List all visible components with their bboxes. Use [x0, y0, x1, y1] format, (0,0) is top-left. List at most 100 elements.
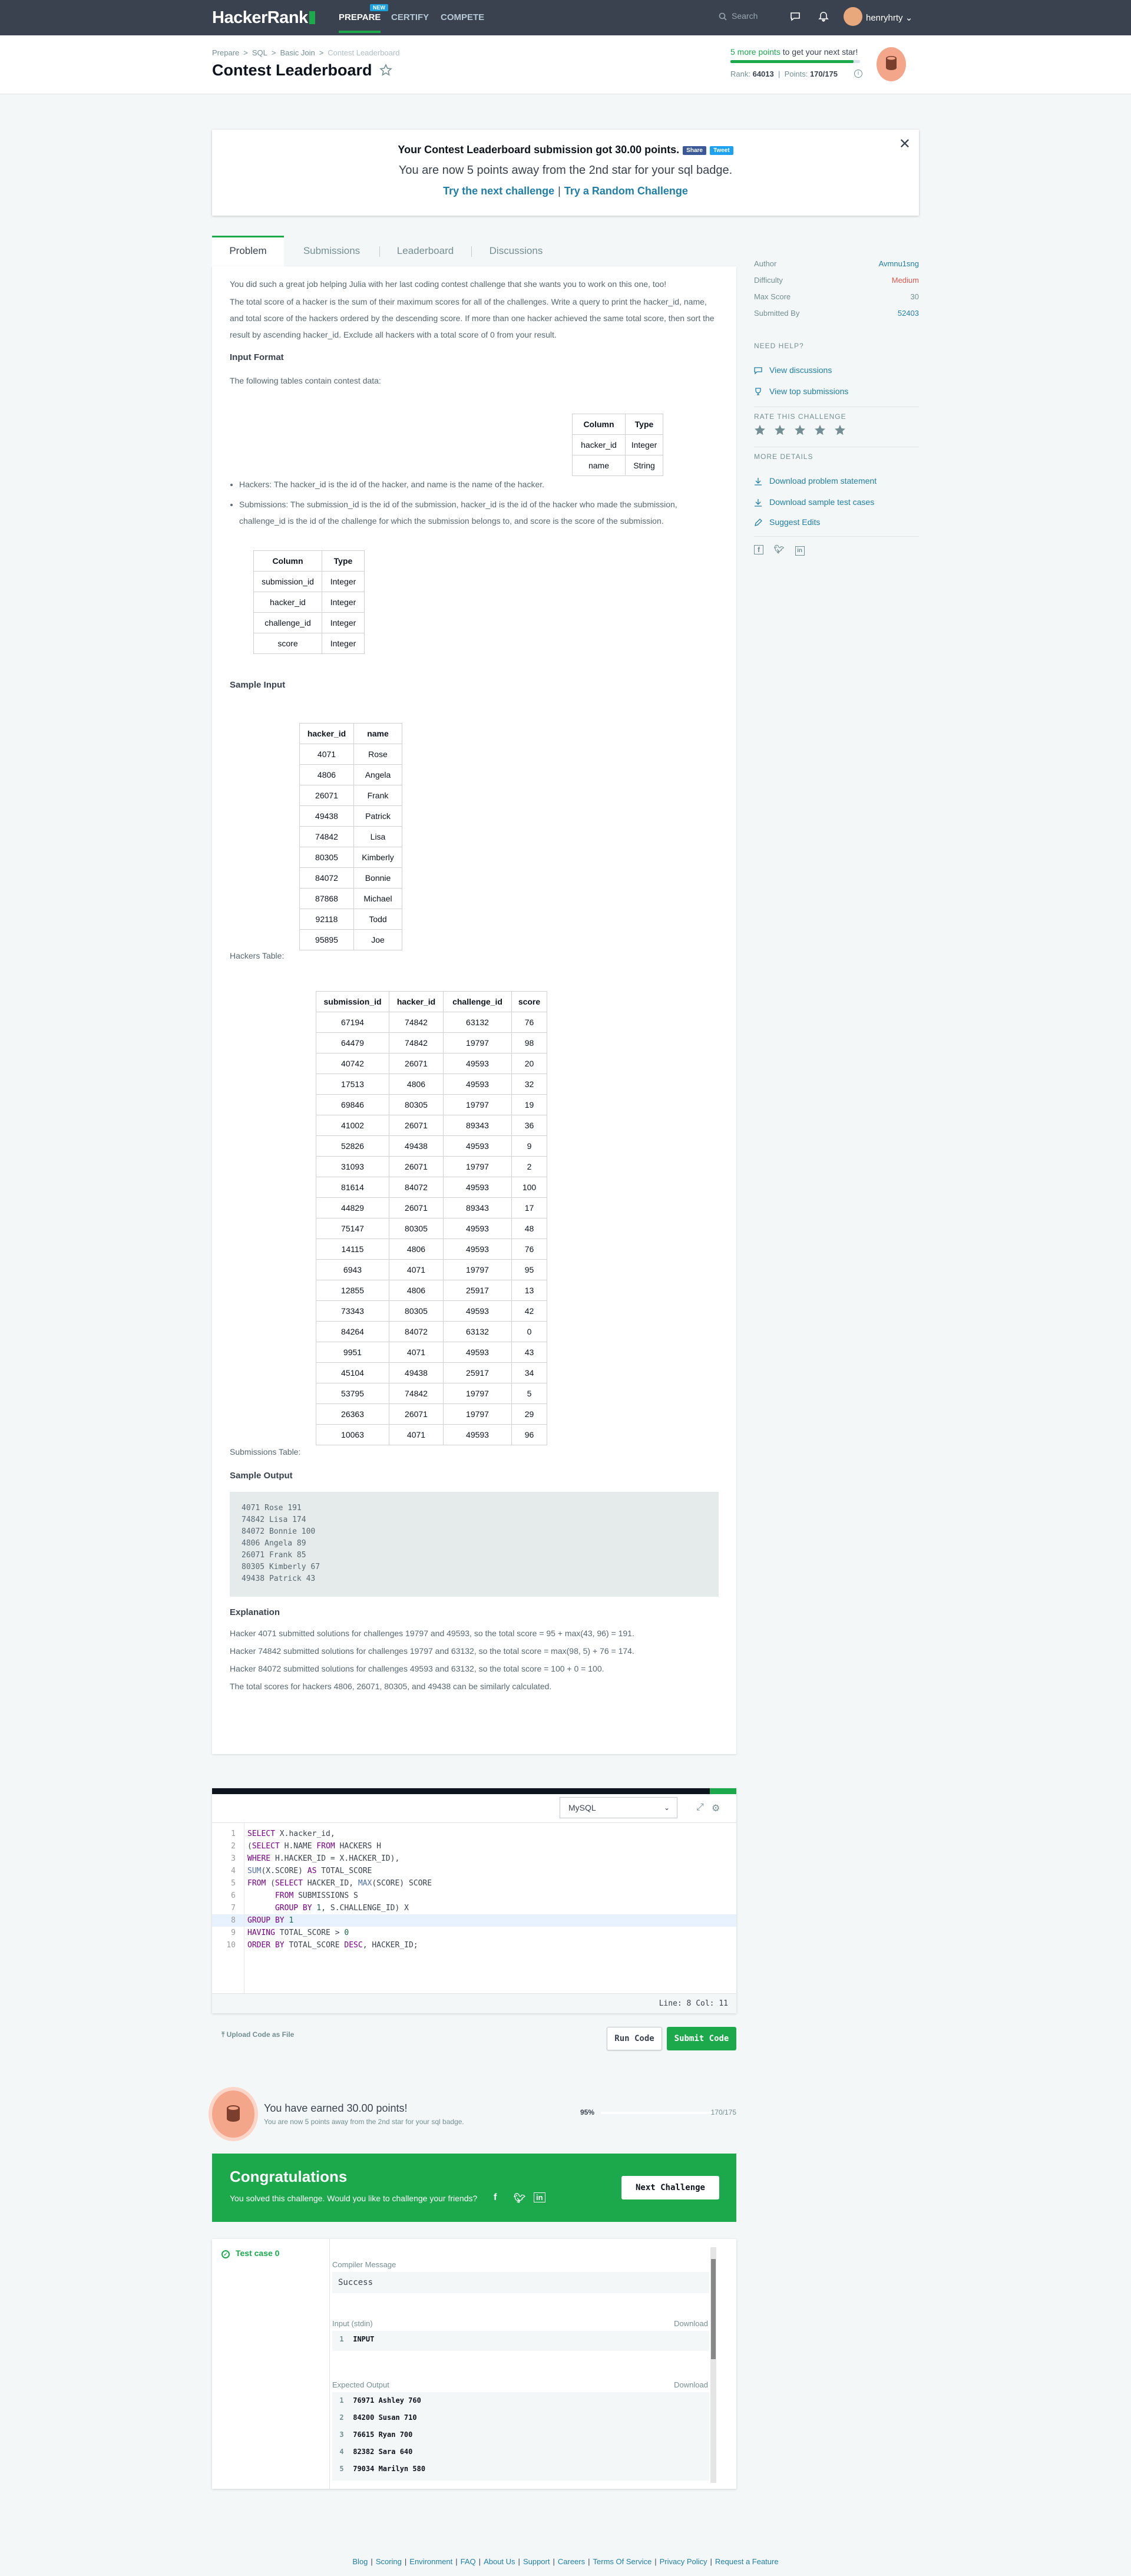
table-cell: 4806: [299, 764, 354, 785]
username-dropdown[interactable]: henryhrty ⌄: [866, 12, 912, 23]
hackerrank-logo[interactable]: HackerRank: [212, 8, 315, 28]
download-icon: [755, 499, 762, 507]
search-input[interactable]: Search: [719, 11, 778, 24]
problem-intro: You did such a great job helping Julia w…: [230, 279, 667, 289]
table-row: 12855 4806 25917 13: [316, 1280, 547, 1301]
submit-code-button[interactable]: Submit Code: [667, 2027, 736, 2050]
table-cell: Kimberly: [353, 847, 402, 868]
submitted-by-link[interactable]: 52403: [898, 309, 919, 318]
view-discussions-link[interactable]: View discussions: [754, 365, 832, 375]
input-format-intro: The following tables contain contest dat…: [230, 376, 381, 385]
fullscreen-icon[interactable]: ⤢: [696, 1802, 704, 1813]
footer-link[interactable]: Support: [523, 2557, 550, 2566]
code-area[interactable]: 1 SELECT X.hacker_id, 2 (SELECT H.NAME FRO…: [212, 1822, 736, 1994]
footer-link[interactable]: Blog: [352, 2557, 368, 2566]
download-icon: [755, 478, 762, 486]
star-icon[interactable]: [834, 424, 846, 436]
trophy-icon: [755, 388, 761, 395]
suggest-edits-link[interactable]: Suggest Edits: [754, 517, 820, 527]
sql-badge-icon[interactable]: [877, 47, 906, 81]
tweet-button[interactable]: Tweet: [709, 146, 733, 155]
problem-statement: You did such a great job helping Julia w…: [212, 266, 736, 1754]
results-scrollbar[interactable]: [710, 2247, 716, 2483]
linkedin-icon[interactable]: in: [795, 546, 805, 556]
breadcrumb-current: Contest Leaderboard: [328, 48, 400, 57]
footer-link[interactable]: About Us: [484, 2557, 515, 2566]
table-cell: 96: [511, 1424, 547, 1445]
tab-submissions[interactable]: Submissions: [284, 236, 379, 266]
star-icon[interactable]: [794, 424, 806, 436]
table-cell: 80305: [389, 1218, 444, 1239]
breadcrumb-prepare[interactable]: Prepare: [212, 48, 239, 57]
tab-problem[interactable]: Problem: [212, 236, 284, 266]
footer-link[interactable]: Privacy Policy: [660, 2557, 707, 2566]
try-next-challenge-link[interactable]: Try the next challenge: [443, 185, 554, 197]
footer-link[interactable]: Careers: [558, 2557, 585, 2566]
table-cell: 10063: [316, 1424, 389, 1445]
footer-link[interactable]: Scoring: [376, 2557, 402, 2566]
author-link[interactable]: Avmnu1sng: [879, 259, 919, 268]
view-top-submissions-link[interactable]: View top submissions: [754, 387, 848, 396]
facebook-share-button[interactable]: Share: [683, 146, 706, 155]
star-icon[interactable]: [774, 424, 786, 436]
user-avatar[interactable]: [844, 7, 862, 26]
table-cell: 49593: [443, 1053, 512, 1074]
table-cell: 26071: [389, 1053, 444, 1074]
facebook-icon[interactable]: f: [754, 545, 763, 554]
hackers-table-caption: Hackers Table:: [230, 951, 285, 960]
table-cell: 48: [511, 1218, 547, 1239]
table-cell: 44829: [316, 1197, 389, 1218]
footer-link[interactable]: FAQ: [461, 2557, 476, 2566]
language-select[interactable]: MySQL ⌄: [560, 1797, 677, 1818]
download-input-link[interactable]: Download: [674, 2319, 708, 2328]
expected-output-label: Expected Output: [332, 2380, 389, 2389]
star-icon[interactable]: [814, 424, 826, 436]
tab-leaderboard[interactable]: Leaderboard: [379, 236, 471, 266]
footer-link[interactable]: Terms Of Service: [593, 2557, 652, 2566]
explanation-heading: Explanation: [230, 1607, 280, 1617]
input-format-heading: Input Format: [230, 352, 284, 362]
notifications-bell-icon[interactable]: [818, 11, 829, 22]
upload-code-button[interactable]: ⤒ Upload Code as File: [221, 2030, 294, 2039]
table-cell: 19797: [443, 1259, 512, 1280]
breadcrumb-basic-join[interactable]: Basic Join: [280, 48, 315, 57]
settings-gear-icon[interactable]: ⚙︎: [712, 1802, 720, 1814]
explanation-line: Hacker 4071 submitted solutions for chal…: [230, 1629, 634, 1638]
download-statement-link[interactable]: Download problem statement: [754, 476, 877, 486]
points-earned-panel: You have earned 30.00 points! You are no…: [212, 2090, 736, 2138]
editor-status-bar: Line: 8 Col: 11: [212, 1993, 736, 2013]
messages-icon[interactable]: [789, 11, 801, 22]
next-challenge-button[interactable]: Next Challenge: [621, 2176, 719, 2199]
nav-compete[interactable]: COMPETE: [441, 12, 484, 22]
table-header-cell: challenge_id: [443, 991, 512, 1012]
table-cell: 74842: [389, 1383, 444, 1404]
need-help-heading: NEED HELP?: [754, 342, 804, 350]
try-random-challenge-link[interactable]: Try a Random Challenge: [564, 185, 688, 197]
run-code-button[interactable]: Run Code: [607, 2027, 662, 2050]
test-case-0-tab[interactable]: ✓ Test case 0: [221, 2248, 279, 2258]
nav-certify[interactable]: CERTIFY: [391, 12, 429, 22]
tab-discussions[interactable]: Discussions: [471, 236, 561, 266]
table-row: 87868 Michael: [299, 888, 402, 909]
table-cell: 19797: [443, 1383, 512, 1404]
footer-link[interactable]: Environment: [409, 2557, 452, 2566]
download-testcases-link[interactable]: Download sample test cases: [754, 497, 874, 507]
facebook-icon[interactable]: f: [494, 2192, 497, 2203]
table-row: 31093 26071 19797 2: [316, 1156, 547, 1177]
bookmark-star-icon[interactable]: [379, 64, 392, 77]
star-icon[interactable]: [754, 424, 766, 436]
info-icon[interactable]: i: [854, 70, 862, 78]
table-cell: 26071: [299, 785, 354, 806]
table-header-cell: name: [353, 723, 402, 744]
download-expected-link[interactable]: Download: [674, 2380, 708, 2389]
footer-link[interactable]: Request a Feature: [715, 2557, 779, 2566]
table-row: 80305 Kimberly: [299, 847, 402, 868]
twitter-icon[interactable]: 🐦︎: [774, 544, 785, 554]
table-row: 64479 74842 19797 98: [316, 1032, 547, 1053]
twitter-icon[interactable]: 🐦︎: [514, 2192, 525, 2204]
code-line: 10 ORDER BY TOTAL_SCORE DESC, HACKER_ID;: [226, 1941, 418, 1950]
rating-stars[interactable]: [754, 424, 846, 438]
linkedin-icon[interactable]: in: [534, 2192, 545, 2202]
breadcrumb-sql[interactable]: SQL: [252, 48, 267, 57]
nav-prepare[interactable]: PREPARE: [339, 12, 381, 33]
